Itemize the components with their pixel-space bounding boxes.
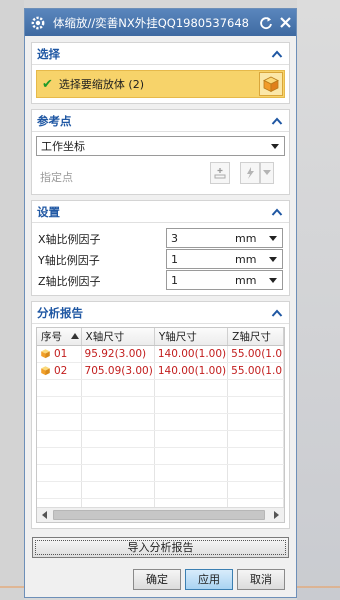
z-scale-field: Z轴比例因子 1 mm: [38, 270, 283, 290]
chevron-down-icon[interactable]: [269, 236, 277, 241]
row-x-size-cell: 705.09(3.00): [81, 362, 155, 380]
import-report-button[interactable]: 导入分析报告: [32, 537, 289, 558]
check-icon: ✔: [42, 76, 53, 92]
scroll-right-icon[interactable]: [269, 509, 283, 521]
close-icon[interactable]: [277, 15, 293, 31]
row-index-value: 01: [54, 348, 68, 360]
reference-point-dropdown-value: 工作坐标: [41, 140, 85, 153]
settings-section-title: 设置: [37, 204, 60, 219]
y-scale-value: 1: [171, 253, 178, 266]
z-scale-unit: mm: [235, 274, 257, 287]
x-scale-label: X轴比例因子: [38, 233, 101, 246]
x-scale-field: X轴比例因子 3 mm: [38, 228, 283, 248]
point-inference-button[interactable]: [240, 162, 260, 184]
scroll-left-icon[interactable]: [38, 509, 52, 521]
reference-point-dropdown[interactable]: 工作坐标: [36, 136, 285, 156]
y-scale-label: Y轴比例因子: [38, 254, 100, 267]
y-scale-field: Y轴比例因子 1 mm: [38, 249, 283, 269]
point-dialog-button[interactable]: [210, 162, 230, 184]
row-y-size-cell: 140.00(1.00): [154, 345, 229, 363]
reference-point-section-header[interactable]: 参考点: [32, 110, 289, 132]
horizontal-scrollbar[interactable]: [37, 507, 284, 522]
x-scale-input[interactable]: 3 mm: [166, 228, 283, 248]
table-header-row: 序号 X轴尺寸 Y轴尺寸 Z轴尺寸: [37, 328, 284, 346]
gear-icon: [31, 16, 45, 29]
point-dialog-icon: [214, 168, 226, 179]
chevron-up-icon[interactable]: [271, 116, 283, 126]
row-z-size-cell: 55.00(1.0: [227, 345, 284, 363]
point-inference-dropdown[interactable]: [260, 162, 274, 184]
column-header-index[interactable]: 序号: [37, 328, 82, 346]
reset-icon[interactable]: [258, 15, 274, 31]
analysis-report-section: 分析报告 序号 X轴尺寸 Y轴尺寸 Z轴尺寸 01 95.92(3.00) 14…: [31, 301, 290, 529]
chevron-up-icon[interactable]: [271, 49, 283, 59]
cube-icon: [263, 76, 279, 93]
settings-section: 设置 X轴比例因子 3 mm Y轴比例因子 1 mm Z轴比例因子 1 mm: [31, 200, 290, 296]
select-body-button[interactable]: [259, 72, 283, 96]
cancel-button[interactable]: 取消: [237, 569, 285, 590]
chevron-up-icon[interactable]: [271, 308, 283, 318]
x-scale-unit: mm: [235, 232, 257, 245]
x-scale-value: 3: [171, 232, 178, 245]
selection-section-header[interactable]: 选择: [32, 43, 289, 65]
ok-button[interactable]: 确定: [133, 569, 181, 590]
table-row[interactable]: 01 95.92(3.00) 140.00(1.00) 55.00(1.0: [37, 345, 284, 363]
column-header-y-size-label: Y轴尺寸: [158, 331, 197, 343]
row-index-cell: 01: [37, 345, 82, 363]
z-scale-input[interactable]: 1 mm: [166, 270, 283, 290]
reference-point-section: 参考点 工作坐标 指定点: [31, 109, 290, 195]
table-row[interactable]: 02 705.09(3.00) 140.00(1.00) 55.00(1.0: [37, 362, 284, 380]
row-x-size-cell: 95.92(3.00): [81, 345, 155, 363]
row-index-value: 02: [54, 365, 68, 377]
chevron-down-icon[interactable]: [269, 257, 277, 262]
column-header-z-size[interactable]: Z轴尺寸: [227, 328, 284, 346]
background-left-panel: [0, 0, 24, 600]
sort-ascending-icon: [71, 333, 79, 339]
chevron-down-icon: [271, 144, 279, 149]
column-header-z-size-label: Z轴尺寸: [232, 331, 271, 343]
window-title: 体缩放//奕善NX外挂QQ1980537648: [53, 15, 249, 30]
analysis-report-section-title: 分析报告: [37, 305, 83, 320]
analysis-report-table: 序号 X轴尺寸 Y轴尺寸 Z轴尺寸 01 95.92(3.00) 140.00(…: [36, 327, 285, 523]
row-y-size-cell: 140.00(1.00): [154, 362, 229, 380]
empty-table-row: [37, 379, 284, 397]
scrollbar-thumb[interactable]: [53, 510, 265, 520]
column-header-y-size[interactable]: Y轴尺寸: [154, 328, 229, 346]
select-body-label: 选择要缩放体 (2): [58, 78, 144, 91]
specify-point-label: 指定点: [40, 171, 73, 184]
row-z-size-cell: 55.00(1.0: [227, 362, 284, 380]
selection-section: 选择 ✔ 选择要缩放体 (2): [31, 42, 290, 104]
y-scale-unit: mm: [235, 253, 257, 266]
y-scale-input[interactable]: 1 mm: [166, 249, 283, 269]
cube-icon: [41, 349, 50, 359]
apply-button[interactable]: 应用: [185, 569, 233, 590]
empty-table-row: [37, 464, 284, 482]
column-header-x-size[interactable]: X轴尺寸: [81, 328, 155, 346]
empty-table-row: [37, 396, 284, 414]
chevron-up-icon[interactable]: [271, 207, 283, 217]
select-body-row[interactable]: ✔ 选择要缩放体 (2): [36, 70, 285, 98]
chevron-down-icon[interactable]: [269, 278, 277, 283]
column-header-index-label: 序号: [41, 331, 62, 343]
empty-table-row: [37, 430, 284, 448]
selection-section-title: 选择: [37, 46, 60, 61]
z-scale-value: 1: [171, 274, 178, 287]
dropdown-icon: [263, 170, 271, 175]
analysis-report-section-header[interactable]: 分析报告: [32, 302, 289, 324]
background-right-panel: [297, 0, 340, 600]
column-header-x-size-label: X轴尺寸: [85, 331, 125, 343]
title-bar[interactable]: 体缩放//奕善NX外挂QQ1980537648: [25, 9, 296, 36]
point-inference-icon: [247, 167, 254, 179]
reference-point-section-title: 参考点: [37, 113, 72, 128]
empty-table-row: [37, 447, 284, 465]
cube-icon: [41, 366, 50, 376]
settings-section-header[interactable]: 设置: [32, 201, 289, 223]
row-index-cell: 02: [37, 362, 82, 380]
empty-table-row: [37, 481, 284, 499]
z-scale-label: Z轴比例因子: [38, 275, 101, 288]
body-scale-dialog: 体缩放//奕善NX外挂QQ1980537648 选择 ✔ 选择要缩放体 (2): [24, 8, 297, 598]
empty-table-row: [37, 413, 284, 431]
